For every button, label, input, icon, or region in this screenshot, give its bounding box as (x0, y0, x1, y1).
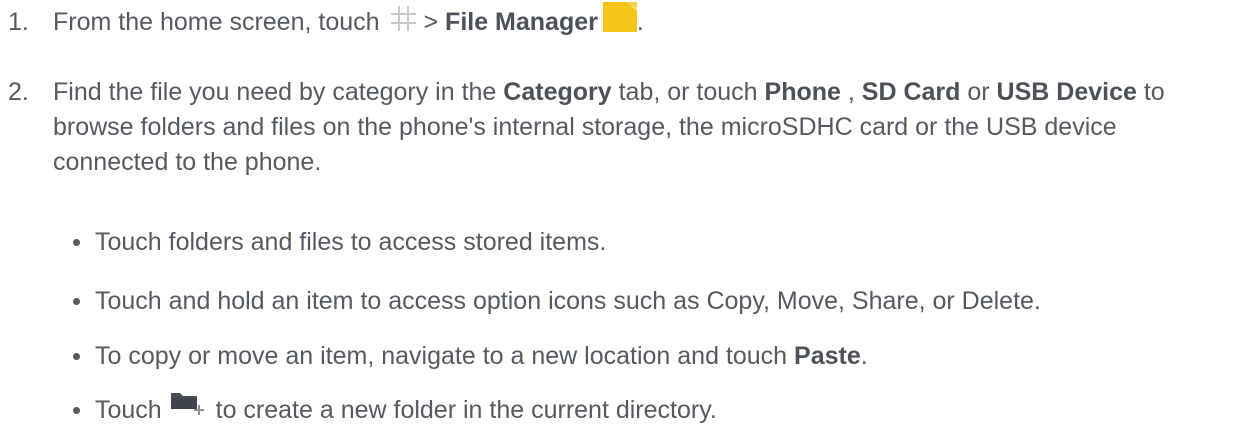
bullet-dot (73, 353, 80, 360)
step-number: 1. (8, 8, 29, 36)
bullet-item: Touch and hold an item to access option … (0, 283, 1239, 319)
bullet-text: Touch to create a new folder in the curr… (95, 392, 717, 428)
bullet-text-part: To copy or move an item, navigate to a n… (95, 342, 795, 370)
bullet-text-part: to create a new folder in the current di… (208, 396, 717, 424)
file-manager-label: File Manager (445, 8, 598, 36)
step-2-text-part: Find the file you need by category in th… (53, 78, 504, 106)
apps-grid-icon (390, 5, 417, 32)
phone-label: Phone (764, 78, 841, 106)
bullet-item: Touch folders and files to access stored… (0, 224, 1239, 260)
new-folder-icon (170, 390, 204, 416)
bullet-text: Touch and hold an item to access option … (95, 287, 1041, 315)
step-2-text: Find the file you need by category in th… (53, 75, 1231, 180)
usb-device-label: USB Device (996, 78, 1137, 106)
bullet-item: Touch to create a new folder in the curr… (0, 392, 1239, 428)
separator: > (423, 8, 439, 36)
step-1-text: From the home screen, touch > File Manag… (53, 2, 1231, 40)
paste-label: Paste (794, 342, 861, 370)
bullet-text: Touch folders and files to access stored… (95, 228, 607, 256)
step-2-text-part: , (840, 78, 862, 106)
step-2-text-part: or (960, 78, 997, 106)
category-tab-label: Category (503, 78, 612, 106)
step-1-period: . (636, 8, 644, 36)
step-2-text-part: tab, or touch (611, 78, 765, 106)
sd-card-label: SD Card (861, 78, 961, 106)
bullet-dot (73, 407, 80, 414)
bullet-text-part: . (860, 342, 868, 370)
bullet-item: To copy or move an item, navigate to a n… (0, 338, 1239, 374)
bullet-text-part: Touch (95, 396, 169, 424)
file-manager-icon (602, 2, 637, 33)
step-1-intro: From the home screen, touch (53, 8, 387, 36)
bullet-text: To copy or move an item, navigate to a n… (95, 338, 868, 374)
bullet-dot (73, 239, 80, 246)
bullet-dot (73, 298, 80, 305)
step-number: 2. (8, 78, 29, 106)
